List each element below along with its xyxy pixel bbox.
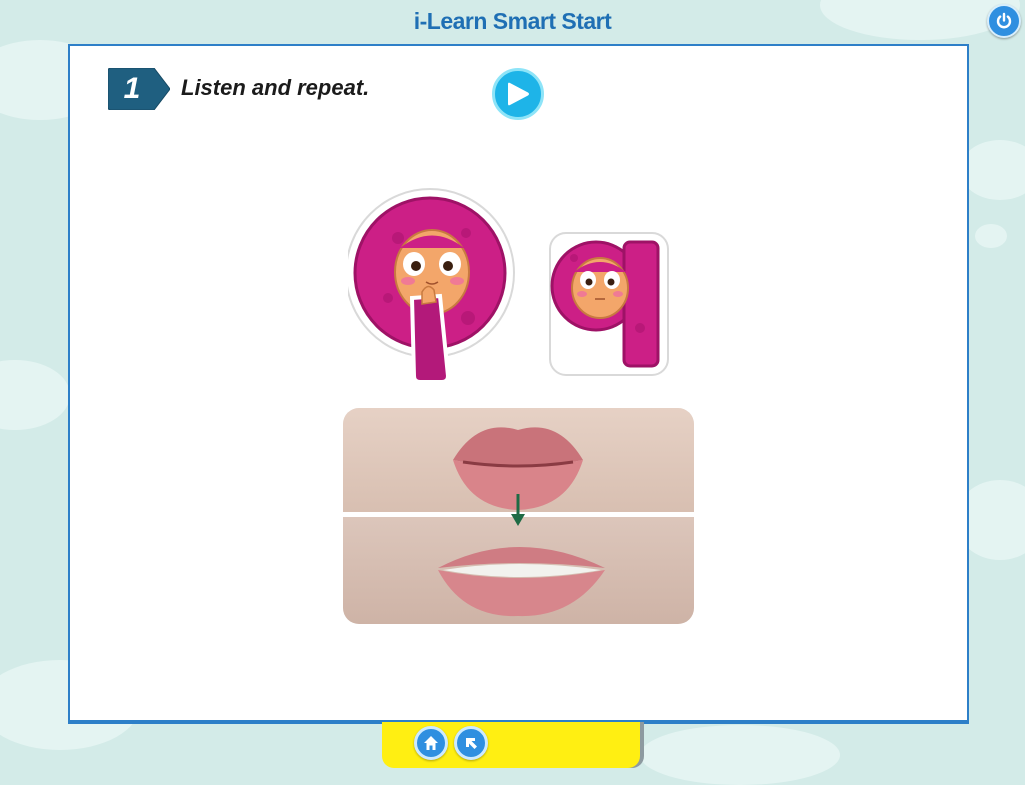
lowercase-q-character: [549, 232, 669, 376]
instruction-text: Listen and repeat.: [181, 75, 370, 100]
mouth-shape-image: [343, 408, 694, 624]
background-cloud: [0, 360, 70, 430]
home-button[interactable]: [414, 726, 448, 760]
back-arrow-icon: [466, 738, 477, 749]
bottom-nav-bar: [382, 722, 640, 768]
step-number: 1: [123, 72, 141, 105]
back-button[interactable]: [454, 726, 488, 760]
lesson-panel: 1 Listen and repeat.: [68, 44, 969, 724]
background-cloud: [960, 140, 1025, 200]
home-icon: [424, 736, 438, 750]
background-cloud: [975, 224, 1007, 248]
power-button[interactable]: [987, 4, 1021, 38]
power-icon: [996, 12, 1012, 29]
uppercase-q-character: [345, 188, 515, 384]
play-audio-button[interactable]: [492, 68, 544, 120]
background-cloud: [640, 725, 840, 785]
app-title: i-Learn Smart Start: [413, 8, 612, 34]
step-badge: 1: [107, 67, 171, 111]
letter-characters: [345, 178, 678, 384]
play-icon: [508, 82, 529, 106]
